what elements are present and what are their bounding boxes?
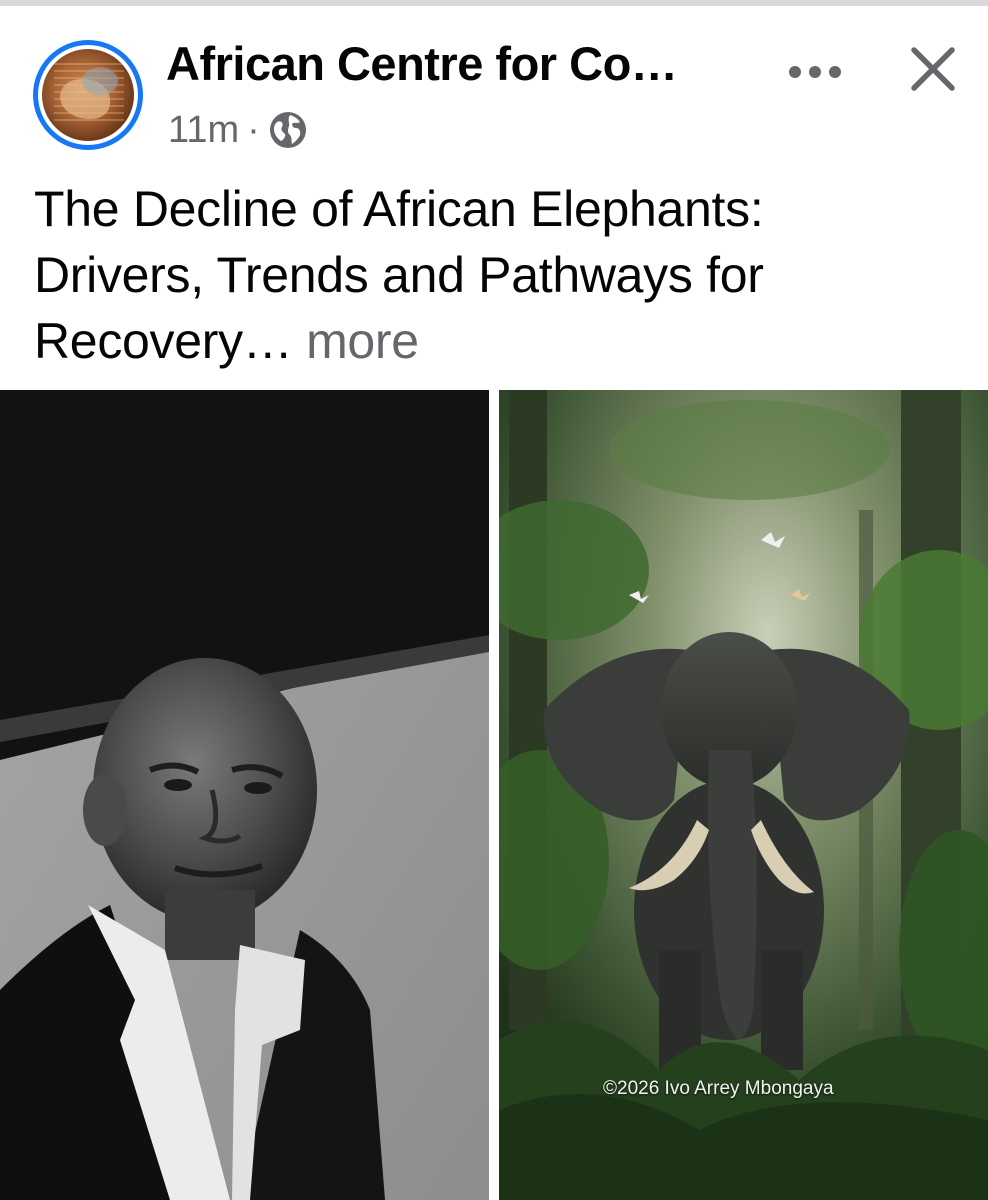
elephant-photo[interactable]: ©2026 Ivo Arrey Mbongaya — [499, 390, 988, 1200]
post-meta: 11m · — [168, 108, 308, 152]
see-more-link[interactable]: more — [306, 313, 419, 369]
photo-credit: ©2026 Ivo Arrey Mbongaya — [603, 1078, 834, 1099]
page-avatar[interactable] — [33, 40, 143, 150]
post-text-line: The Decline of African Elephants: — [34, 181, 764, 237]
portrait-photo[interactable] — [0, 390, 489, 1200]
post-media: ©2026 Ivo Arrey Mbongaya — [0, 390, 988, 1200]
more-horizontal-icon — [789, 66, 841, 78]
post-text-line: Recovery… — [34, 313, 293, 369]
post-text-line: Drivers, Trends and Pathways for — [34, 247, 764, 303]
post-timestamp[interactable]: 11m — [168, 109, 239, 152]
close-button[interactable] — [902, 38, 964, 100]
globe-icon[interactable] — [268, 110, 308, 150]
post-text-line-last: Recovery… more — [34, 308, 964, 374]
close-icon — [911, 47, 955, 91]
post-header: African Centre for Co… 11m · — [0, 6, 988, 166]
post-text: The Decline of African Elephants: Driver… — [34, 176, 964, 374]
meta-separator: · — [247, 108, 260, 151]
page-name[interactable]: African Centre for Co… — [166, 36, 746, 91]
more-options-button[interactable] — [784, 52, 846, 92]
avatar-image — [42, 49, 134, 141]
